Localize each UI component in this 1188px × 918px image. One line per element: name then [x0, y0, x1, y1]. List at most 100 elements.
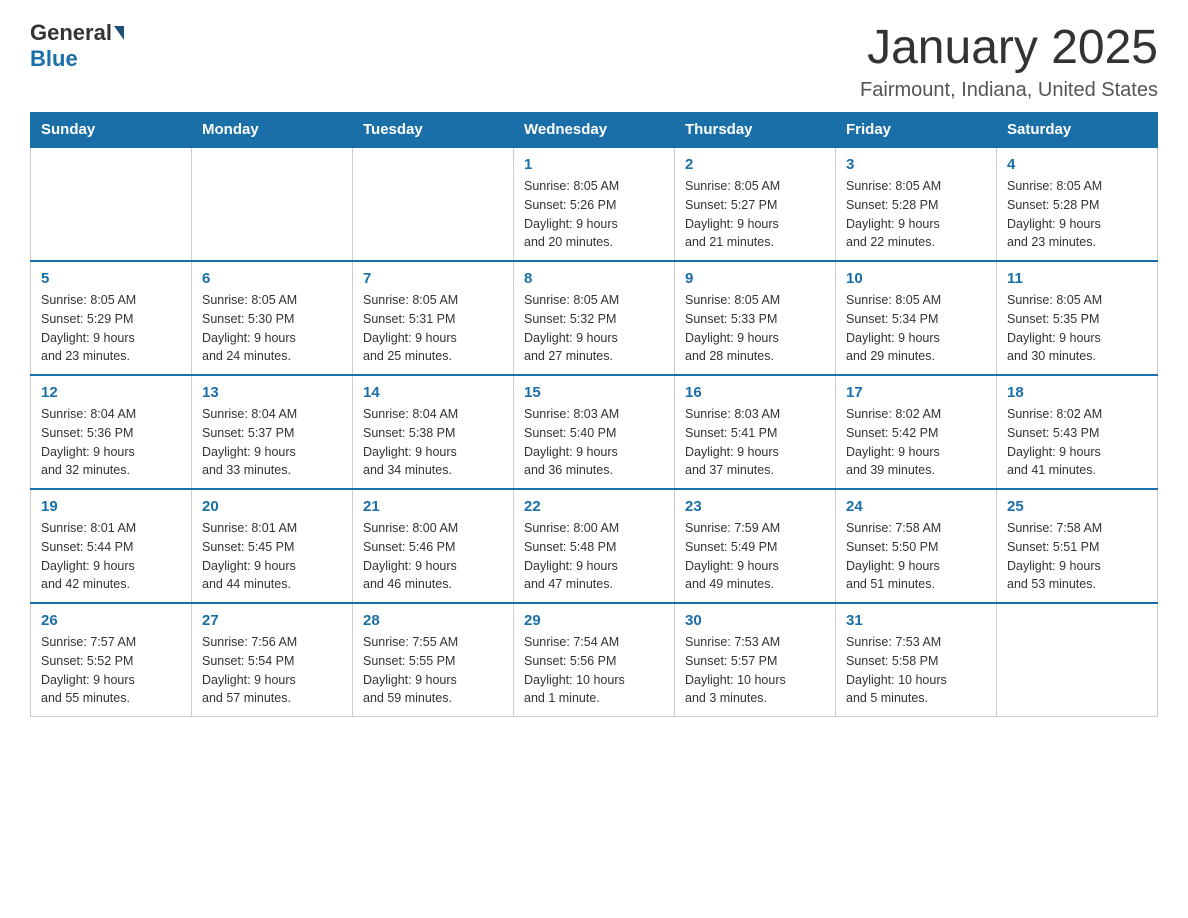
day-info: Sunrise: 8:01 AM Sunset: 5:44 PM Dayligh…: [41, 519, 181, 594]
day-number: 1: [524, 156, 664, 173]
day-number: 25: [1007, 498, 1147, 515]
day-number: 9: [685, 270, 825, 287]
calendar-cell-w4-d5: 23Sunrise: 7:59 AM Sunset: 5:49 PM Dayli…: [675, 489, 836, 603]
day-info: Sunrise: 8:05 AM Sunset: 5:27 PM Dayligh…: [685, 177, 825, 252]
calendar-cell-w1-d5: 2Sunrise: 8:05 AM Sunset: 5:27 PM Daylig…: [675, 147, 836, 261]
calendar-cell-w5-d2: 27Sunrise: 7:56 AM Sunset: 5:54 PM Dayli…: [192, 603, 353, 717]
day-info: Sunrise: 8:02 AM Sunset: 5:43 PM Dayligh…: [1007, 405, 1147, 480]
day-number: 10: [846, 270, 986, 287]
week-row-3: 12 Sunrise: 8:04 AM Sunset: 5:36 PM Dayli…: [31, 375, 1158, 489]
day-number: 20: [202, 498, 342, 515]
header-monday: Monday: [192, 113, 353, 148]
day-number: 15: [524, 384, 664, 401]
day-number: 12: [41, 384, 181, 401]
day-info: Sunrise: 8:01 AM Sunset: 5:45 PM Dayligh…: [202, 519, 342, 594]
day-info: Sunrise: 8:04 AM Sunset: 5:36 PM Dayligh…: [41, 405, 181, 480]
day-info: Sunrise: 8:05 AM Sunset: 5:26 PM Dayligh…: [524, 177, 664, 252]
day-info: Sunrise: 7:53 AM Sunset: 5:57 PM Dayligh…: [685, 633, 825, 708]
day-info: Sunrise: 8:05 AM Sunset: 5:29 PM Dayligh…: [41, 291, 181, 366]
week-row-2: 5 Sunrise: 8:05 AM Sunset: 5:29 PM Daylig…: [31, 261, 1158, 375]
calendar-cell-w4-d6: 24 Sunrise: 7:58 AM Sunset: 5:50 PM Dayli…: [836, 489, 997, 603]
title-section: January 2025 Fairmount, Indiana, United …: [860, 20, 1158, 102]
week-row-1: 1 Sunrise: 8:05 AM Sunset: 5:26 PM Daylig…: [31, 147, 1158, 261]
day-info: Sunrise: 8:05 AM Sunset: 5:30 PM Dayligh…: [202, 291, 342, 366]
day-info: Sunrise: 7:54 AM Sunset: 5:56 PM Dayligh…: [524, 633, 664, 708]
logo-general-text: General: [30, 20, 112, 46]
calendar-cell-w4-d2: 20 Sunrise: 8:01 AM Sunset: 5:45 PM Dayli…: [192, 489, 353, 603]
day-number: 14: [363, 384, 503, 401]
day-info: Sunrise: 7:59 AM Sunset: 5:49 PM Dayligh…: [685, 519, 825, 594]
day-number: 22: [524, 498, 664, 515]
day-info: Sunrise: 8:05 AM Sunset: 5:28 PM Dayligh…: [1007, 177, 1147, 252]
calendar-cell-w3-d6: 17Sunrise: 8:02 AM Sunset: 5:42 PM Dayli…: [836, 375, 997, 489]
day-number: 5: [41, 270, 181, 287]
day-number: 24: [846, 498, 986, 515]
calendar-table: Sunday Monday Tuesday Wednesday Thursday…: [30, 112, 1158, 717]
day-number: 3: [846, 156, 986, 173]
day-info: Sunrise: 8:00 AM Sunset: 5:46 PM Dayligh…: [363, 519, 503, 594]
day-info: Sunrise: 8:05 AM Sunset: 5:34 PM Dayligh…: [846, 291, 986, 366]
calendar-cell-w3-d1: 12 Sunrise: 8:04 AM Sunset: 5:36 PM Dayli…: [31, 375, 192, 489]
day-info: Sunrise: 8:00 AM Sunset: 5:48 PM Dayligh…: [524, 519, 664, 594]
calendar-cell-w2-d6: 10 Sunrise: 8:05 AM Sunset: 5:34 PM Dayli…: [836, 261, 997, 375]
header-sunday: Sunday: [31, 113, 192, 148]
calendar-cell-w5-d6: 31 Sunrise: 7:53 AM Sunset: 5:58 PM Dayli…: [836, 603, 997, 717]
day-info: Sunrise: 7:53 AM Sunset: 5:58 PM Dayligh…: [846, 633, 986, 708]
calendar-cell-w4-d4: 22 Sunrise: 8:00 AM Sunset: 5:48 PM Dayli…: [514, 489, 675, 603]
calendar-cell-w4-d1: 19 Sunrise: 8:01 AM Sunset: 5:44 PM Dayli…: [31, 489, 192, 603]
logo-blue-text: Blue: [30, 46, 78, 71]
day-info: Sunrise: 8:03 AM Sunset: 5:40 PM Dayligh…: [524, 405, 664, 480]
calendar-cell-w2-d2: 6 Sunrise: 8:05 AM Sunset: 5:30 PM Daylig…: [192, 261, 353, 375]
logo: General Blue: [30, 20, 126, 72]
page-header: General Blue January 2025 Fairmount, Ind…: [30, 20, 1158, 102]
calendar-cell-w3-d4: 15 Sunrise: 8:03 AM Sunset: 5:40 PM Dayli…: [514, 375, 675, 489]
day-number: 19: [41, 498, 181, 515]
day-number: 21: [363, 498, 503, 515]
calendar-cell-w4-d7: 25 Sunrise: 7:58 AM Sunset: 5:51 PM Dayli…: [997, 489, 1158, 603]
month-title: January 2025: [860, 20, 1158, 75]
day-info: Sunrise: 8:05 AM Sunset: 5:33 PM Dayligh…: [685, 291, 825, 366]
header-tuesday: Tuesday: [353, 113, 514, 148]
calendar-cell-w4-d3: 21 Sunrise: 8:00 AM Sunset: 5:46 PM Dayli…: [353, 489, 514, 603]
calendar-cell-w1-d1: [31, 147, 192, 261]
day-number: 16: [685, 384, 825, 401]
calendar-cell-w3-d7: 18 Sunrise: 8:02 AM Sunset: 5:43 PM Dayli…: [997, 375, 1158, 489]
calendar-cell-w3-d5: 16 Sunrise: 8:03 AM Sunset: 5:41 PM Dayli…: [675, 375, 836, 489]
day-number: 18: [1007, 384, 1147, 401]
day-number: 30: [685, 612, 825, 629]
calendar-cell-w1-d2: [192, 147, 353, 261]
week-row-5: 26Sunrise: 7:57 AM Sunset: 5:52 PM Dayli…: [31, 603, 1158, 717]
day-info: Sunrise: 7:58 AM Sunset: 5:51 PM Dayligh…: [1007, 519, 1147, 594]
day-number: 11: [1007, 270, 1147, 287]
header-friday: Friday: [836, 113, 997, 148]
day-number: 4: [1007, 156, 1147, 173]
day-info: Sunrise: 7:57 AM Sunset: 5:52 PM Dayligh…: [41, 633, 181, 708]
location-subtitle: Fairmount, Indiana, United States: [860, 79, 1158, 102]
day-info: Sunrise: 8:05 AM Sunset: 5:32 PM Dayligh…: [524, 291, 664, 366]
day-number: 28: [363, 612, 503, 629]
day-info: Sunrise: 8:04 AM Sunset: 5:37 PM Dayligh…: [202, 405, 342, 480]
calendar-cell-w3-d2: 13 Sunrise: 8:04 AM Sunset: 5:37 PM Dayli…: [192, 375, 353, 489]
day-number: 13: [202, 384, 342, 401]
calendar-cell-w3-d3: 14Sunrise: 8:04 AM Sunset: 5:38 PM Dayli…: [353, 375, 514, 489]
day-number: 31: [846, 612, 986, 629]
day-number: 8: [524, 270, 664, 287]
day-number: 17: [846, 384, 986, 401]
calendar-cell-w5-d1: 26Sunrise: 7:57 AM Sunset: 5:52 PM Dayli…: [31, 603, 192, 717]
day-number: 6: [202, 270, 342, 287]
day-info: Sunrise: 8:03 AM Sunset: 5:41 PM Dayligh…: [685, 405, 825, 480]
day-number: 7: [363, 270, 503, 287]
day-info: Sunrise: 8:05 AM Sunset: 5:35 PM Dayligh…: [1007, 291, 1147, 366]
calendar-cell-w2-d5: 9 Sunrise: 8:05 AM Sunset: 5:33 PM Daylig…: [675, 261, 836, 375]
day-info: Sunrise: 7:58 AM Sunset: 5:50 PM Dayligh…: [846, 519, 986, 594]
calendar-cell-w2-d4: 8 Sunrise: 8:05 AM Sunset: 5:32 PM Daylig…: [514, 261, 675, 375]
calendar-cell-w5-d7: [997, 603, 1158, 717]
calendar-header-row: Sunday Monday Tuesday Wednesday Thursday…: [31, 113, 1158, 148]
calendar-cell-w5-d4: 29Sunrise: 7:54 AM Sunset: 5:56 PM Dayli…: [514, 603, 675, 717]
header-saturday: Saturday: [997, 113, 1158, 148]
day-info: Sunrise: 8:05 AM Sunset: 5:28 PM Dayligh…: [846, 177, 986, 252]
header-wednesday: Wednesday: [514, 113, 675, 148]
calendar-cell-w1-d7: 4 Sunrise: 8:05 AM Sunset: 5:28 PM Daylig…: [997, 147, 1158, 261]
day-info: Sunrise: 8:05 AM Sunset: 5:31 PM Dayligh…: [363, 291, 503, 366]
day-info: Sunrise: 7:56 AM Sunset: 5:54 PM Dayligh…: [202, 633, 342, 708]
